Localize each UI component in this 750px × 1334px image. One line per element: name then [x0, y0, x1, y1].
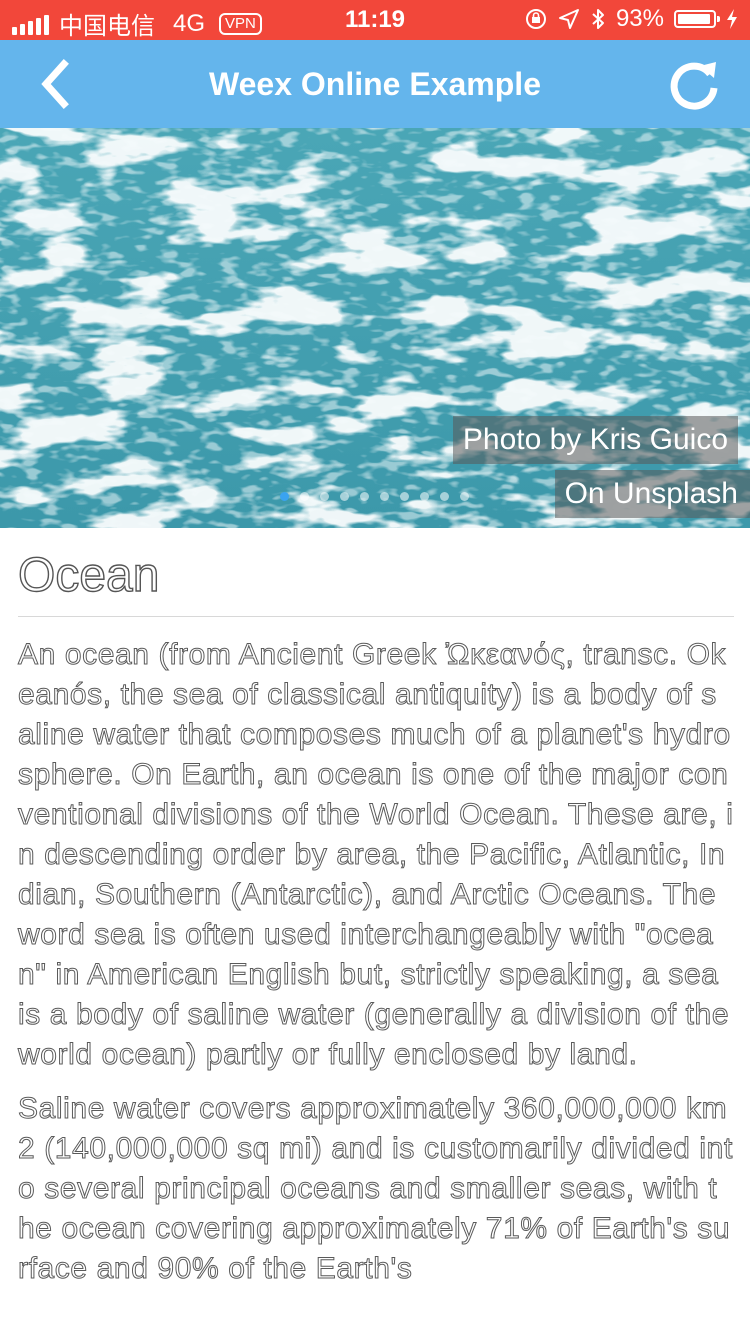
- refresh-button[interactable]: [664, 54, 724, 114]
- article: Ocean An ocean (from Ancient Greek Ὠκεαν…: [17, 528, 734, 1289]
- orientation-lock-icon: [525, 9, 546, 29]
- signal-icon: [12, 13, 49, 35]
- slider-dot[interactable]: [340, 492, 349, 501]
- status-left: 中国电信 4G VPN: [12, 6, 262, 41]
- status-bar: 中国电信 4G VPN 11:19 93%: [0, 0, 750, 40]
- slider-dot[interactable]: [300, 492, 309, 501]
- slider-dot[interactable]: [360, 492, 369, 501]
- battery-icon: [674, 10, 720, 28]
- slider-indicator: [280, 492, 469, 501]
- refresh-icon: [670, 62, 718, 110]
- article-paragraph: Saline water covers approximately 360,00…: [18, 1092, 733, 1286]
- battery-percent: 93%: [615, 5, 664, 32]
- slider-dot[interactable]: [320, 492, 329, 501]
- slider-dot[interactable]: [440, 492, 449, 501]
- vpn-badge: VPN: [219, 12, 262, 35]
- article-heading: Ocean: [17, 548, 734, 617]
- slider-dot[interactable]: [380, 492, 389, 501]
- network-type: 4G: [173, 9, 206, 37]
- slider-dot[interactable]: [280, 492, 289, 501]
- slider-dot[interactable]: [400, 492, 409, 501]
- location-icon: [558, 9, 579, 29]
- photo-source: On Unsplash: [554, 470, 750, 518]
- navigation-bar: Weex Online Example: [0, 40, 750, 128]
- page-title: Weex Online Example: [209, 66, 541, 102]
- ocean-photo: [0, 128, 750, 528]
- bluetooth-icon: [592, 9, 604, 29]
- carrier-name: 中国电信: [59, 13, 155, 40]
- photo-credit: Photo by Kris Guico: [452, 416, 738, 464]
- charging-icon: [727, 9, 737, 29]
- image-slider[interactable]: Photo by Kris Guico On Unsplash: [0, 128, 750, 528]
- status-right: 93%: [524, 5, 738, 33]
- slider-dot[interactable]: [420, 492, 429, 501]
- slider-dot[interactable]: [460, 492, 469, 501]
- article-paragraph: An ocean (from Ancient Greek Ὠκεανός, tr…: [18, 638, 734, 1072]
